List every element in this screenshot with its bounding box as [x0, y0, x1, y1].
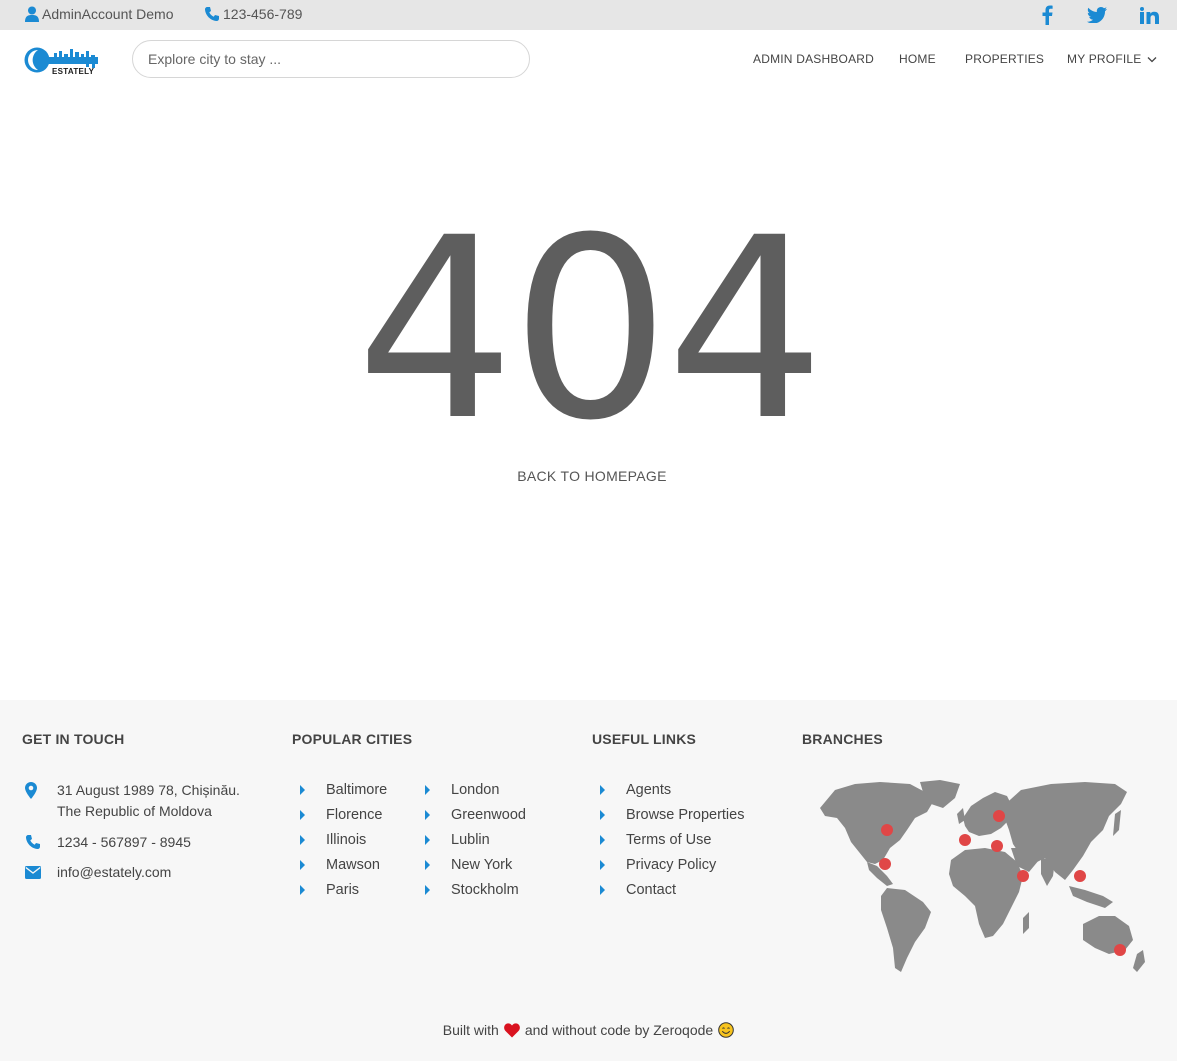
account-name: AdminAccount Demo	[42, 6, 174, 22]
caret-right-icon	[600, 784, 605, 795]
address-line-1: 31 August 1989 78, Chișinău.	[57, 782, 240, 798]
twitter-icon[interactable]	[1087, 7, 1107, 28]
nav-admin-dashboard[interactable]: ADMIN DASHBOARD	[753, 52, 874, 66]
footer-credit: Built with and without code by Zeroqode	[0, 1022, 1177, 1038]
popular-cities-col-2: London Greenwood Lublin New York Stockho…	[417, 777, 526, 902]
branch-marker[interactable]	[1017, 870, 1029, 882]
branches-title: BRANCHES	[802, 731, 883, 747]
popular-cities-col-1: Baltimore Florence Illinois Mawson Paris	[292, 777, 387, 902]
footer: GET IN TOUCH POPULAR CITIES USEFUL LINKS…	[0, 700, 1177, 1061]
credit-prefix: Built with	[442, 1022, 499, 1038]
city-link[interactable]: Mawson	[292, 852, 387, 877]
useful-links-title: USEFUL LINKS	[592, 731, 697, 747]
address-line-2: The Republic of Moldova	[57, 803, 212, 819]
city-link[interactable]: Illinois	[292, 827, 387, 852]
useful-links-list: Agents Browse Properties Terms of Use Pr…	[592, 777, 744, 902]
city-link[interactable]: Florence	[292, 802, 387, 827]
caret-right-icon	[425, 859, 430, 870]
city-link[interactable]: New York	[417, 852, 526, 877]
city-link[interactable]: Greenwood	[417, 802, 526, 827]
user-icon	[25, 6, 39, 22]
nav-properties[interactable]: PROPERTIES	[965, 52, 1044, 66]
linkedin-icon[interactable]	[1140, 7, 1159, 29]
caret-right-icon	[300, 859, 305, 870]
credit-suffix: and without code by Zeroqode	[524, 1022, 714, 1038]
contact-phone-number: 1234 - 567897 - 8945	[57, 834, 191, 850]
branches-world-map	[820, 780, 1145, 972]
phone-link[interactable]: 123-456-789	[204, 6, 302, 22]
phone-icon	[26, 835, 40, 849]
caret-right-icon	[300, 834, 305, 845]
heart-icon	[503, 1022, 520, 1037]
caret-right-icon	[600, 859, 605, 870]
useful-link[interactable]: Privacy Policy	[592, 852, 744, 877]
map-pin-icon	[25, 782, 37, 799]
caret-right-icon	[425, 784, 430, 795]
caret-right-icon	[600, 834, 605, 845]
branch-marker[interactable]	[991, 840, 1003, 852]
search-input[interactable]	[132, 40, 530, 78]
contact-address: 31 August 1989 78, Chișinău. The Republi…	[25, 780, 240, 822]
city-link[interactable]: Lublin	[417, 827, 526, 852]
contact-email-address: info@estately.com	[57, 864, 172, 880]
header: ESTATELY ADMIN DASHBOARD HOME PROPERTIES…	[0, 30, 1177, 90]
useful-link[interactable]: Browse Properties	[592, 802, 744, 827]
top-bar: AdminAccount Demo 123-456-789	[0, 0, 1177, 30]
nav-home[interactable]: HOME	[899, 52, 936, 66]
useful-link[interactable]: Terms of Use	[592, 827, 744, 852]
facebook-icon[interactable]	[1040, 5, 1054, 30]
account-link[interactable]: AdminAccount Demo	[25, 6, 174, 22]
caret-right-icon	[600, 809, 605, 820]
city-link[interactable]: London	[417, 777, 526, 802]
caret-right-icon	[600, 884, 605, 895]
phone-number: 123-456-789	[223, 6, 303, 22]
branch-marker[interactable]	[1074, 870, 1086, 882]
branch-marker[interactable]	[1114, 944, 1126, 956]
get-in-touch-title: GET IN TOUCH	[22, 731, 125, 747]
caret-right-icon	[425, 809, 430, 820]
chevron-down-icon	[1148, 56, 1157, 62]
phone-icon	[205, 7, 219, 21]
error-code: 404	[355, 184, 825, 475]
envelope-icon	[25, 866, 41, 879]
caret-right-icon	[425, 884, 430, 895]
useful-link[interactable]: Agents	[592, 777, 744, 802]
caret-right-icon	[300, 809, 305, 820]
branch-marker[interactable]	[959, 834, 971, 846]
logo[interactable]: ESTATELY	[24, 44, 102, 78]
caret-right-icon	[425, 834, 430, 845]
back-to-homepage-link[interactable]: BACK TO HOMEPAGE	[0, 468, 1177, 484]
contact-phone[interactable]: 1234 - 567897 - 8945	[25, 832, 191, 853]
smiley-icon	[718, 1022, 734, 1038]
branch-marker[interactable]	[879, 858, 891, 870]
city-link[interactable]: Baltimore	[292, 777, 387, 802]
caret-right-icon	[300, 784, 305, 795]
branch-marker[interactable]	[881, 824, 893, 836]
branch-marker[interactable]	[993, 810, 1005, 822]
city-link[interactable]: Stockholm	[417, 877, 526, 902]
useful-link[interactable]: Contact	[592, 877, 744, 902]
logo-text: ESTATELY	[52, 67, 95, 76]
city-link[interactable]: Paris	[292, 877, 387, 902]
caret-right-icon	[300, 884, 305, 895]
contact-email[interactable]: info@estately.com	[25, 862, 171, 883]
popular-cities-title: POPULAR CITIES	[292, 731, 413, 747]
nav-my-profile[interactable]: MY PROFILE	[1067, 52, 1157, 66]
nav-my-profile-label: MY PROFILE	[1067, 52, 1142, 66]
